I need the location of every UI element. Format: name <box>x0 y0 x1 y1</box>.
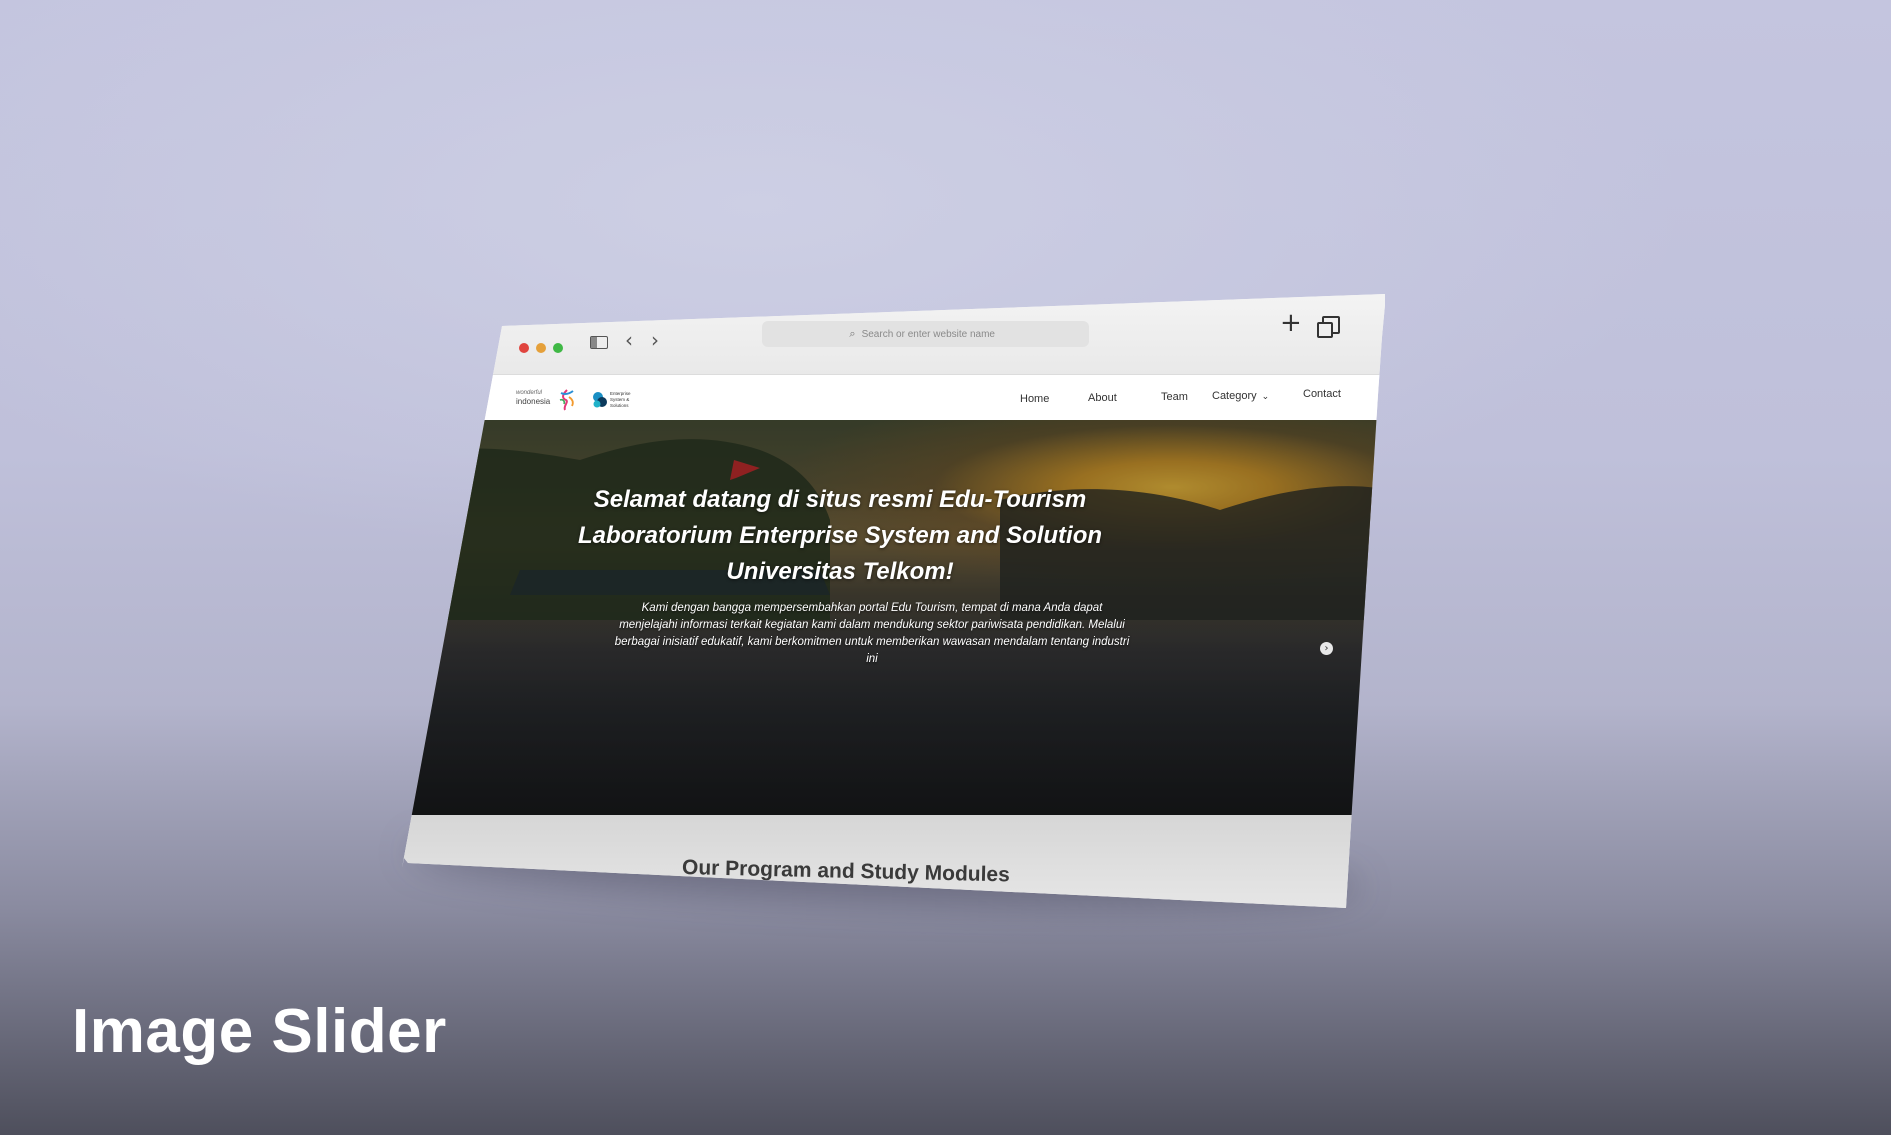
tabs-overview-icon[interactable] <box>1317 316 1340 338</box>
ess-logo-text-3: Solutions <box>610 403 629 408</box>
nav-team-link[interactable]: Team <box>1161 391 1188 403</box>
maximize-window-button[interactable] <box>553 343 563 353</box>
wonderful-indonesia-mark-icon <box>559 389 574 411</box>
hero-title: Selamat datang di situs resmi Edu-Touris… <box>577 486 1103 585</box>
ess-logo-text-2: System & <box>610 397 630 402</box>
address-input[interactable] <box>861 328 1002 340</box>
slider-next-button[interactable]: › <box>1320 642 1333 655</box>
logo-text-indonesia: indonesia <box>516 397 551 406</box>
hero-image-slider[interactable]: Selamat datang di situs resmi Edu-Touris… <box>402 420 1385 815</box>
nav-home-link[interactable]: Home <box>1020 393 1049 405</box>
slider-prev-button[interactable]: ‹ <box>404 644 417 657</box>
minimize-window-button[interactable] <box>536 343 546 353</box>
ess-logo-icon <box>593 392 607 408</box>
nav-about-link[interactable]: About <box>1088 392 1117 404</box>
plus-icon[interactable]: + <box>1280 310 1302 336</box>
chevron-down-icon: ⌄ <box>1261 392 1270 402</box>
mockup-caption: Image Slider <box>72 997 447 1066</box>
chevron-right-icon[interactable]: › <box>651 330 659 350</box>
search-icon: ⌕ <box>849 327 856 340</box>
enterprise-system-solutions-logo[interactable]: Enterprise System & Solutions <box>592 389 638 411</box>
nav-category-dropdown[interactable]: Category ⌄ <box>1212 390 1269 402</box>
address-bar[interactable]: ⌕ <box>762 321 1089 347</box>
sidebar-icon[interactable] <box>590 336 608 349</box>
nav-category-label: Category <box>1212 390 1257 402</box>
chevron-left-icon[interactable]: ‹ <box>625 330 633 350</box>
browser-window: ‹ › ⌕ + wonderful indonesia En <box>402 294 1385 908</box>
wonderful-indonesia-logo[interactable]: wonderful indonesia <box>516 389 576 412</box>
hero-description: Kami dengan bangga mempersembahkan porta… <box>614 602 1130 665</box>
close-window-button[interactable] <box>519 343 529 353</box>
mockup-scene: ‹ › ⌕ + wonderful indonesia En <box>0 0 1891 1135</box>
logo-text-wonderful: wonderful <box>516 390 543 396</box>
ess-logo-text-1: Enterprise <box>610 391 631 396</box>
nav-contact-link[interactable]: Contact <box>1303 388 1341 400</box>
